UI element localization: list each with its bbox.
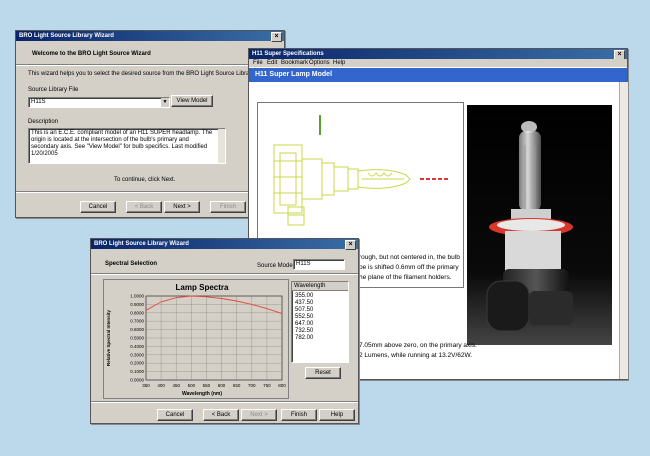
finish-button[interactable]: Finish [210,201,246,213]
chart-xlabel: Wavelength (nm) [182,391,222,397]
y-tick-label: 0.2000 [130,361,144,366]
source-model-label: Source Model: [257,263,296,269]
x-tick-label: 700 [248,383,256,388]
y-tick-label: 0.5000 [130,336,144,341]
x-tick-label: 500 [188,383,196,388]
specs-titlebar[interactable]: H11 Super Specifications × [249,49,627,60]
scrollbar[interactable] [619,82,628,379]
next-button[interactable]: Next > [164,201,200,213]
specs-banner: H11 Super Lamp Model [249,68,627,82]
source-library-value: H11S [31,99,46,105]
menu-options[interactable]: Options [309,60,330,66]
list-item[interactable]: 782.00 [295,335,313,341]
back-button[interactable]: < Back [203,409,239,421]
divider [16,191,284,193]
wavelength-list[interactable]: Wavelength 355.00 437.50 507.50 552.50 6… [291,281,349,363]
x-tick-label: 650 [233,383,241,388]
menu-help[interactable]: Help [333,60,345,66]
welcome-heading: Welcome to the BRO Light Source Wizard [32,51,151,57]
y-tick-label: 1.0000 [130,294,144,299]
chart-ylabel: Relative Spectral Intensity [106,309,111,366]
scrollbar[interactable] [218,129,225,163]
chevron-down-icon[interactable]: ▼ [161,98,169,107]
close-icon[interactable]: × [271,32,282,42]
welcome-wizard-titlebar[interactable]: BRO Light Source Library Wizard × [16,31,284,42]
finish-button[interactable]: Finish [281,409,317,421]
x-tick-label: 800 [278,383,286,388]
menu-bookmark[interactable]: Bookmark [281,60,308,66]
y-tick-label: 0.8000 [130,310,144,315]
intro-text: This wizard helps you to select the desi… [28,71,256,77]
source-model-value: H11S [296,261,311,267]
spectral-wizard-titlebar[interactable]: BRO Light Source Library Wizard × [91,239,358,250]
cancel-button[interactable]: Cancel [157,409,193,421]
cancel-button[interactable]: Cancel [80,201,116,213]
x-tick-label: 550 [203,383,211,388]
welcome-wizard-window: BRO Light Source Library Wizard × Welcom… [15,30,285,218]
description-label: Description [28,119,59,125]
menu-file[interactable]: File [253,60,263,66]
back-button[interactable]: < Back [126,201,162,213]
spec-line-3: he plane of the filament holders. [359,274,452,281]
menu-bar: File Edit Bookmark Options Help [249,59,627,67]
y-tick-label: 0.3000 [130,352,144,357]
list-item[interactable]: 437.50 [295,300,313,306]
divider [91,401,358,403]
wavelength-header: Wavelength [292,282,348,291]
spec-line-4: 7.05mm above zero, on the primary axis. [359,342,477,349]
x-tick-label: 750 [263,383,271,388]
view-model-button[interactable]: View Model [171,95,213,107]
specs-title: H11 Super Specifications [252,51,324,57]
spectral-heading: Spectral Selection [105,261,158,267]
spectral-wizard-title: BRO Light Source Library Wizard [94,241,189,247]
x-tick-label: 350 [142,383,150,388]
lamp-spectra-chart: 350 400 450 500 550 600 650 700 750 800 0.0000 0.10… [103,279,289,399]
welcome-wizard-title: BRO Light Source Library Wizard [19,33,114,39]
y-tick-label: 0.6000 [130,327,144,332]
spec-line-5: 2 Lumens, while running at 13.2V/62W. [359,352,473,359]
source-model-field: H11S [293,259,345,270]
continue-text: To continue, click Next. [114,177,176,183]
chart-title: Lamp Spectra [176,283,229,292]
source-library-select[interactable]: H11S ▼ [28,97,170,108]
spec-line-1: rough, but not centered in, the bulb [359,254,460,261]
list-item[interactable]: 507.50 [295,307,313,313]
list-item[interactable]: 355.00 [295,293,313,299]
x-tick-label: 600 [218,383,226,388]
banner-title: H11 Super Lamp Model [255,71,333,78]
close-icon[interactable]: × [345,240,356,250]
description-text: This is an E.C.E. compliant model of an … [31,130,213,157]
x-tick-label: 450 [172,383,180,388]
source-library-label: Source Library File [28,87,79,93]
list-item[interactable]: 647.00 [295,321,313,327]
description-textarea[interactable]: This is an E.C.E. compliant model of an … [28,128,226,164]
reset-button[interactable]: Reset [305,367,341,379]
spec-line-2: pe is shifted 0.6mm off the primary [359,264,459,271]
y-tick-label: 0.7000 [130,319,144,324]
lamp-spectra-svg: 350 400 450 500 550 600 650 700 750 800 0.0000 0.10… [104,280,288,398]
help-button[interactable]: Help [319,409,355,421]
spectral-wizard-window: BRO Light Source Library Wizard × Spectr… [90,238,359,424]
y-tick-label: 0.4000 [130,344,144,349]
list-item[interactable]: 732.50 [295,328,313,334]
divider [16,64,284,66]
bulb-photo [467,105,612,345]
y-tick-label: 0.1000 [130,369,144,374]
menu-edit[interactable]: Edit [267,60,277,66]
list-item[interactable]: 552.50 [295,314,313,320]
y-tick-label: 0.9000 [130,302,144,307]
y-tick-label: 0.0000 [130,378,144,383]
divider [91,273,358,275]
next-button[interactable]: Next > [241,409,277,421]
x-tick-label: 400 [157,383,165,388]
